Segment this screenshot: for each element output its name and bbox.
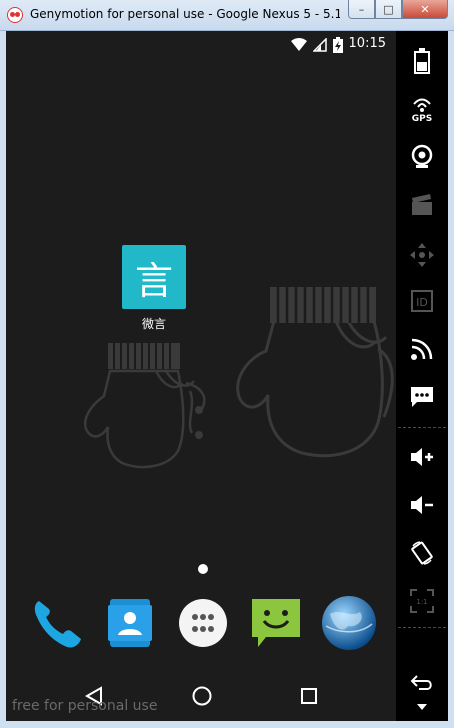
recents-square-icon [301,688,317,704]
window-titlebar[interactable]: Genymotion for personal use - Google Nex… [0,0,454,31]
volume-up-button[interactable] [396,435,448,479]
chevron-down-icon [417,704,427,710]
minimize-button[interactable]: – [348,0,375,19]
sms-widget-button[interactable] [396,375,448,419]
battery-widget-button[interactable] [396,39,448,83]
toolbar-scroll-down[interactable] [396,695,448,719]
message-icon [411,387,433,407]
browser-globe-icon[interactable] [317,591,381,655]
weiyan-app-shortcut[interactable]: 言 微言 [122,245,186,332]
device-screen[interactable]: 10:15 言 微言 free for personal use [6,31,396,721]
volume-down-icon [411,496,433,514]
status-bar: 10:15 [6,31,396,56]
pixel-perfect-icon: 1:1 [410,589,434,613]
app-drawer-icon[interactable] [171,591,235,655]
volume-down-button[interactable] [396,483,448,527]
personal-use-watermark: free for personal use [12,698,158,714]
battery-icon [414,48,430,74]
screen-rotation-icon [411,541,433,565]
maximize-button[interactable]: □ [375,0,402,19]
webcam-icon [411,144,433,168]
back-arrow-icon [410,675,432,690]
gps-widget-button[interactable]: GPS [396,87,448,131]
home-circle-icon [192,686,212,706]
genymotion-logo-icon [7,7,23,23]
status-clock: 10:15 [348,36,386,51]
gps-label: GPS [412,114,432,122]
toolbar-separator [398,427,446,428]
capture-widget-button [396,183,448,227]
recents-button[interactable] [289,681,329,711]
dpad-widget-button [396,233,448,277]
contacts-icon[interactable] [98,591,162,655]
page-indicator-dot [198,564,208,574]
rotate-button[interactable] [396,531,448,575]
toolbar-separator [398,627,446,628]
clapperboard-icon [412,194,432,215]
gps-icon: GPS [412,98,432,122]
volume-up-icon [411,448,433,466]
rss-cast-icon [411,338,433,360]
signal-icon [313,38,327,52]
home-button[interactable] [182,681,222,711]
cast-widget-button[interactable] [396,327,448,371]
weiyan-app-label: 微言 [141,317,166,331]
phone-icon[interactable] [25,591,89,655]
wifi-icon [291,38,307,51]
genymotion-toolbar: GPS ID 1:1 [396,31,448,721]
close-button[interactable]: ✕ [402,0,448,19]
weiyan-app-icon[interactable]: 言 [122,245,186,309]
window-title: Genymotion for personal use - Google Nex… [30,7,340,21]
window-controls: – □ ✕ [348,0,448,20]
camera-widget-button[interactable] [396,135,448,179]
id-label: ID [416,296,428,309]
dpad-icon [410,243,434,267]
battery-charging-icon [333,37,343,53]
pixel-perfect-button: 1:1 [396,579,448,623]
home-dock [6,591,396,655]
status-icons [290,37,344,53]
id-card-icon: ID [411,290,433,312]
pixel-ratio-label: 1:1 [416,598,427,606]
device-id-widget-button: ID [396,279,448,323]
messenger-icon[interactable] [244,591,308,655]
